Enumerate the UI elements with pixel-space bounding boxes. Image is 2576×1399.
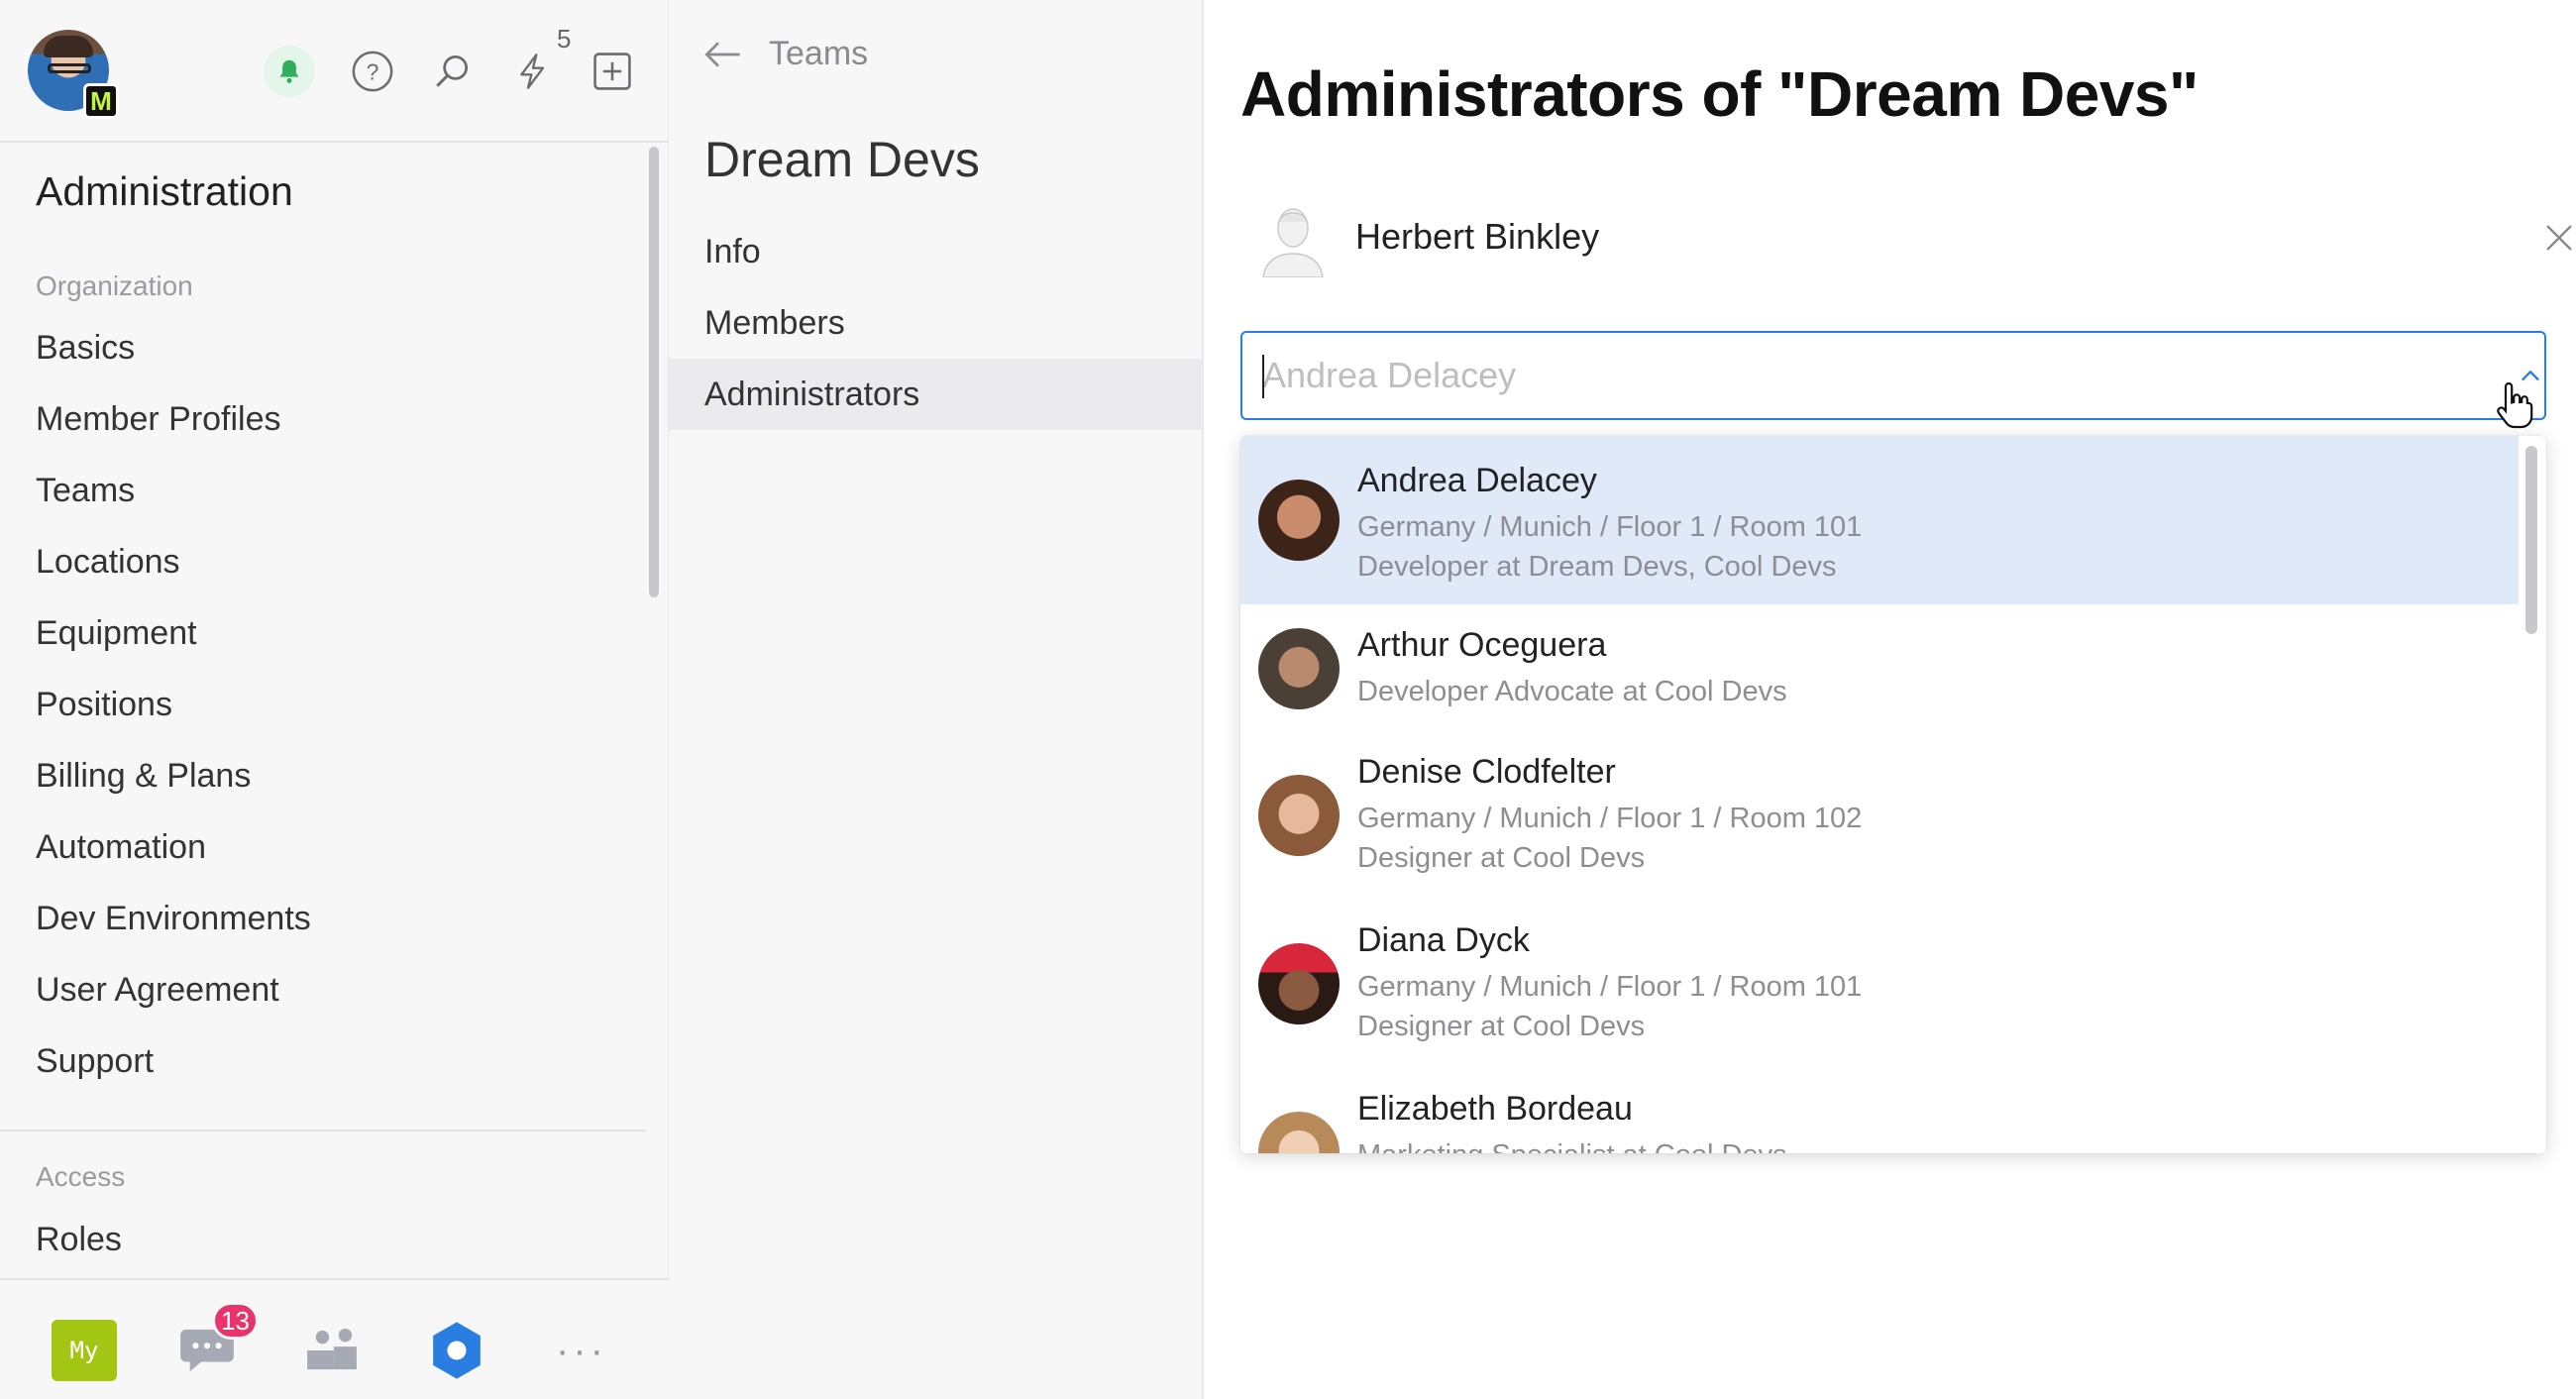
sidebar-item-user-agreement[interactable]: User Agreement <box>36 971 279 1010</box>
sidebar-item-dev-environments[interactable]: Dev Environments <box>36 900 311 938</box>
admin-search-input[interactable] <box>1262 345 2451 406</box>
bolt-icon[interactable] <box>507 46 559 97</box>
option-name: Arthur Oceguera <box>1357 626 1607 664</box>
option-role: Marketing Specialist at Cool Devs <box>1357 1139 1787 1153</box>
avatar <box>1258 943 1340 1024</box>
sidebar-item-roles[interactable]: Roles <box>36 1221 122 1259</box>
default-avatar-icon <box>1262 208 1324 277</box>
list-item[interactable]: Andrea Delacey Germany / Munich / Floor … <box>1240 436 2519 604</box>
back-to-teams-link[interactable]: Teams <box>703 35 868 73</box>
app-window: M ? 5 Administration Organization Basics… <box>0 0 2576 1399</box>
avatar <box>1258 480 1340 561</box>
sidebar-item-automation[interactable]: Automation <box>36 828 206 867</box>
admin-sidebar: M ? 5 Administration Organization Basics… <box>0 0 669 1399</box>
option-name: Diana Dyck <box>1357 921 1530 959</box>
back-arrow-icon <box>704 41 740 67</box>
sidebar-title: Administration <box>36 168 293 214</box>
svg-text:?: ? <box>367 59 379 85</box>
bottom-app-bar: My 13 ··· <box>0 1278 669 1399</box>
option-name: Elizabeth Bordeau <box>1357 1090 1633 1128</box>
team-name: Dream Devs <box>704 132 980 187</box>
search-icon[interactable] <box>426 46 478 97</box>
option-location: Germany / Munich / Floor 1 / Room 102 <box>1357 803 1863 834</box>
notifications-bell-icon[interactable] <box>264 46 315 97</box>
sidebar-item-teams[interactable]: Teams <box>36 472 135 510</box>
bolt-count: 5 <box>557 24 572 54</box>
avatar <box>1258 775 1340 856</box>
sidebar-item-member-profiles[interactable]: Member Profiles <box>36 400 281 439</box>
option-location: Germany / Munich / Floor 1 / Room 101 <box>1357 511 1863 543</box>
avatar <box>1258 1112 1340 1153</box>
section-label-access: Access <box>36 1161 126 1192</box>
sidebar-item-equipment[interactable]: Equipment <box>36 614 197 653</box>
list-item[interactable]: Denise Clodfelter Germany / Munich / Flo… <box>1240 733 2519 902</box>
main-content: Administrators of "Dream Devs" Herbert B… <box>1206 0 2576 1399</box>
tab-info[interactable]: Info <box>669 216 1204 287</box>
team-column: Teams Dream Devs Info Members Administra… <box>669 0 1204 1399</box>
dropdown-scrollbar[interactable] <box>2525 446 2537 634</box>
option-role: Developer Advocate at Cool Devs <box>1357 676 1787 707</box>
top-toolbar: M ? 5 <box>0 0 669 143</box>
option-location: Germany / Munich / Floor 1 / Room 101 <box>1357 971 1863 1003</box>
sidebar-item-positions[interactable]: Positions <box>36 686 172 724</box>
current-admin-row: Herbert Binkley <box>1257 198 2572 277</box>
list-item[interactable]: Elizabeth Bordeau Marketing Specialist a… <box>1240 1070 2519 1153</box>
meetings-icon[interactable] <box>299 1320 365 1381</box>
sidebar-item-locations[interactable]: Locations <box>36 543 180 582</box>
option-role: Designer at Cool Devs <box>1357 842 1646 874</box>
avatar <box>1258 628 1340 709</box>
option-name: Denise Clodfelter <box>1357 753 1616 791</box>
page-title: Administrators of "Dream Devs" <box>1240 58 2199 130</box>
sidebar-scrollbar[interactable] <box>649 147 659 597</box>
more-icon[interactable]: ··· <box>549 1320 614 1381</box>
org-badge: M <box>83 83 119 119</box>
hand-pointer-cursor-icon <box>2497 381 2533 429</box>
help-icon[interactable]: ? <box>347 46 398 97</box>
chat-count-badge: 13 <box>212 1302 259 1340</box>
sidebar-item-billing-plans[interactable]: Billing & Plans <box>36 757 251 796</box>
admin-search-field[interactable] <box>1240 331 2546 420</box>
remove-admin-close-icon[interactable] <box>2541 220 2576 256</box>
current-admin-name: Herbert Binkley <box>1355 216 1600 257</box>
my-button[interactable]: My <box>52 1320 117 1381</box>
user-suggestions-dropdown: Andrea Delacey Germany / Munich / Floor … <box>1240 436 2546 1153</box>
text-caret <box>1262 355 1264 398</box>
sidebar-item-support[interactable]: Support <box>36 1042 154 1081</box>
tab-members[interactable]: Members <box>669 287 1204 359</box>
section-label-organization: Organization <box>36 270 193 301</box>
administration-icon[interactable] <box>424 1320 489 1381</box>
tab-administrators[interactable]: Administrators <box>669 359 1204 430</box>
sidebar-divider <box>0 1130 646 1131</box>
back-link-label: Teams <box>769 35 869 72</box>
list-item[interactable]: Diana Dyck Germany / Munich / Floor 1 / … <box>1240 902 2519 1070</box>
sidebar-item-basics[interactable]: Basics <box>36 329 135 368</box>
create-new-icon[interactable] <box>587 46 638 97</box>
option-name: Andrea Delacey <box>1357 462 1597 499</box>
list-item[interactable]: Arthur Oceguera Developer Advocate at Co… <box>1240 604 2519 733</box>
option-role: Designer at Cool Devs <box>1357 1011 1646 1042</box>
option-role: Developer at Dream Devs, Cool Devs <box>1357 551 1837 583</box>
